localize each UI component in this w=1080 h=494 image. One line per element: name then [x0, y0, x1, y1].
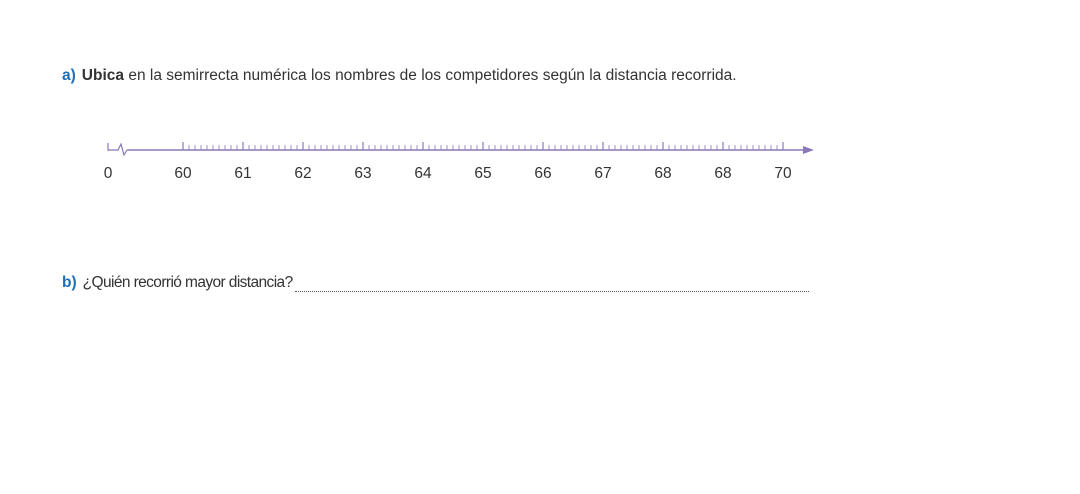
tick-label: 68 — [714, 165, 731, 182]
question-b: b) ¿Quién recorrió mayor distancia? — [62, 274, 809, 292]
tick-label: 65 — [474, 165, 491, 182]
tick-label: 68 — [654, 165, 671, 182]
number-line: 0 60 61 62 63 64 65 66 67 68 68 70 — [104, 142, 814, 182]
origin-label: 0 — [104, 165, 113, 182]
tick-label: 67 — [594, 165, 611, 182]
tick-label: 66 — [534, 165, 551, 182]
tick-label: 61 — [234, 165, 251, 182]
question-b-label: b) — [62, 274, 77, 291]
tick-label: 64 — [414, 165, 432, 182]
question-b-text: ¿Quién recorrió mayor distancia? — [82, 274, 294, 291]
tick-label: 62 — [294, 165, 311, 182]
tick-label: 60 — [174, 165, 192, 182]
axis-break — [108, 142, 128, 157]
axis-arrowhead — [803, 146, 814, 154]
tick-label: 63 — [354, 165, 371, 182]
tick-label: 70 — [774, 165, 792, 182]
answer-line[interactable] — [294, 277, 809, 292]
